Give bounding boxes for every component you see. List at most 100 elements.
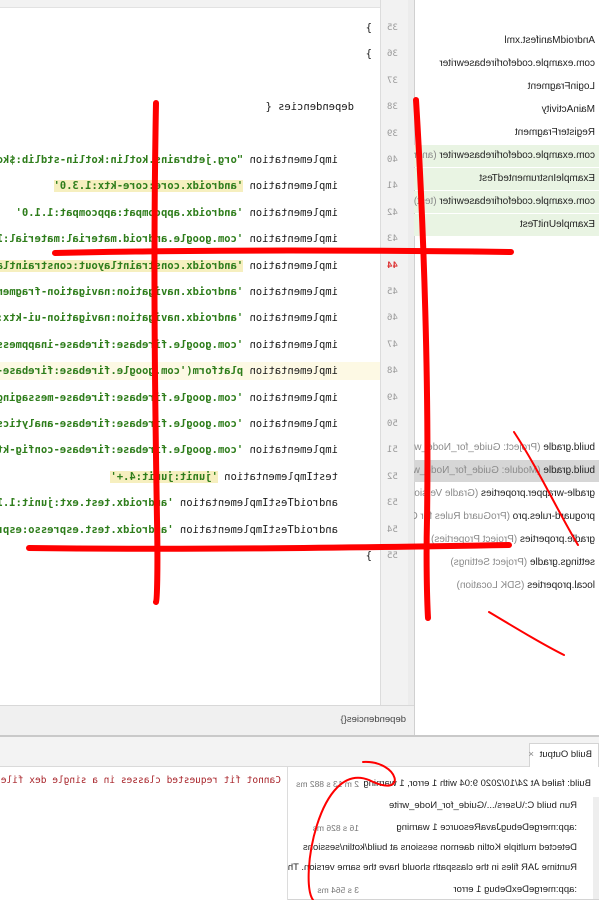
line-number[interactable]: 54 <box>387 521 398 539</box>
code-keyword: implementation <box>243 207 338 219</box>
breadcrumb-item[interactable]: dependencies{} <box>340 714 406 725</box>
tab-build-output[interactable]: Build Output × <box>528 743 599 767</box>
tree-item[interactable]: build.gradle (Project: Guide_for_Node_wr… <box>414 437 599 459</box>
line-number[interactable]: 41 <box>387 177 398 195</box>
build-tab-bar: Build Output × <box>0 737 599 767</box>
code-keyword: implementation <box>243 312 338 324</box>
build-tree: Build: failed At 24/10/2020 9:04 with 1 … <box>287 767 599 900</box>
tree-item[interactable]: RegisterFragment <box>414 122 599 144</box>
build-step-duration: 16 s 826 ms <box>312 823 359 833</box>
line-number[interactable]: 40 <box>387 151 398 169</box>
project-tree-panel: AndroidManifest.xml com.example.codeforfi… <box>414 0 599 735</box>
code-keyword: implementation <box>243 154 338 166</box>
tree-item[interactable]: gradle.properties (Project Properties) <box>414 529 599 551</box>
tree-item[interactable]: proguard-rules.pro (ProGuard Rules for G… <box>414 506 599 528</box>
tree-item-label: build.gradle <box>543 442 595 453</box>
code-line[interactable]: implementation 'com.google.firebase:fire… <box>0 389 374 407</box>
line-number[interactable]: 50 <box>387 415 398 433</box>
tree-item-label: MainActivity <box>541 104 595 115</box>
code-line[interactable] <box>372 125 374 143</box>
build-console-output[interactable]: Cannot fit requested classes in a single… <box>0 767 287 900</box>
code-line[interactable]: implementation 'androidx.appcompat:appco… <box>16 204 374 222</box>
line-number[interactable]: 36 <box>387 45 398 63</box>
line-number[interactable]: 38 <box>387 98 398 116</box>
code-line[interactable]: } <box>366 45 374 63</box>
code-string: 'androidx.test.espresso:espresso-core:3.… <box>0 524 174 536</box>
tree-item[interactable]: AndroidManifest.xml <box>414 30 599 52</box>
code-editor[interactable]: }} dependencies { implementation "org.jetb… <box>0 0 380 705</box>
tree-item[interactable]: com.example.codeforfirebasewriter (andro… <box>414 145 599 167</box>
tree-item-label: AndroidManifest.xml <box>504 35 595 46</box>
line-number[interactable]: 49 <box>387 389 398 407</box>
line-number[interactable]: 55 <box>387 547 398 565</box>
code-line[interactable]: implementation 'androidx.navigation:navi… <box>0 283 374 301</box>
build-tree-item-label: Run build C:\Users\...\Guide_for_Node_wr… <box>389 800 577 811</box>
line-number[interactable]: 39 <box>387 125 398 143</box>
line-number[interactable]: 46 <box>387 309 398 327</box>
build-tree-item-label: Build: failed At 24/10/2020 9:04 with 1 … <box>363 778 591 789</box>
build-tree-item[interactable]: :app:mergeDexDebug 1 error 3 s 564 ms <box>287 879 599 900</box>
code-line[interactable] <box>372 72 374 90</box>
code-line[interactable]: implementation 'com.google.android.mater… <box>0 230 374 248</box>
tree-item[interactable]: ExampleUnitTest <box>414 214 599 236</box>
tree-item-label: ExampleInstrumentedTest <box>479 173 595 184</box>
editor-gutter: 35 36 37 38 39 40 41 42 43 44 45 46 47 48 49 50 51 52 53 54… <box>380 0 414 705</box>
line-number[interactable]: 45 <box>387 283 398 301</box>
code-string: 'com.google.android.material:material:1.… <box>0 233 244 245</box>
build-tree-item[interactable]: Detected multiple Kotlin daemon sessions… <box>287 837 599 859</box>
tree-item[interactable]: LoginFragment <box>414 76 599 98</box>
code-line[interactable]: } <box>366 547 374 565</box>
code-keyword: implementation <box>243 365 338 377</box>
line-number[interactable]: 48 <box>387 362 398 380</box>
code-line[interactable]: testImplementation 'junit:junit:4.+' <box>110 468 374 486</box>
code-line[interactable]: implementation "org.jetbrains.kotlin:kot… <box>0 151 374 169</box>
code-keyword: implementation <box>243 286 338 298</box>
code-line[interactable]: } <box>366 19 374 37</box>
code-string: "org.jetbrains.kotlin:kotlin-stdlib:$kot… <box>0 154 244 166</box>
code-line[interactable]: implementation 'com.google.firebase:fire… <box>0 336 374 354</box>
tree-item[interactable]: MainActivity <box>414 99 599 121</box>
line-number[interactable]: 53 <box>387 494 398 512</box>
build-tree-item[interactable]: Build: failed At 24/10/2020 9:04 with 1 … <box>287 773 599 795</box>
build-tree-item-label: :app:mergeDebugJavaResource 1 warning <box>396 822 577 833</box>
tree-item-hint: (Project: Guide_for_Node_write) <box>414 442 541 453</box>
code-line[interactable]: implementation 'com.google.firebase:fire… <box>0 441 374 459</box>
line-number[interactable]: 37 <box>387 72 398 90</box>
tree-item[interactable]: settings.gradle (Project Settings) <box>414 552 599 574</box>
tab-label: Build Output <box>539 749 592 760</box>
build-tree-item[interactable]: Run build C:\Users\...\Guide_for_Node_wr… <box>287 795 599 817</box>
code-line[interactable]: implementation platform('com.google.fire… <box>0 362 380 380</box>
line-number[interactable]: 42 <box>387 204 398 222</box>
build-tree-item[interactable]: Runtime JAR files in the classpath shoul… <box>287 857 599 879</box>
tree-item[interactable]: local.properties (SDK Location) <box>414 575 599 597</box>
code-line[interactable]: implementation 'androidx.core:core-ktx:1… <box>53 177 374 195</box>
tree-item-label: LoginFragment <box>527 81 595 92</box>
code-line[interactable]: androidTestImplementation 'androidx.test… <box>0 494 374 512</box>
tree-item[interactable]: ExampleInstrumentedTest <box>414 168 599 190</box>
close-icon[interactable]: × <box>528 749 534 760</box>
tree-item[interactable]: com.example.codeforfirebasewriter <box>414 53 599 75</box>
line-number[interactable]: 51 <box>387 441 398 459</box>
line-number[interactable]: 52 <box>387 468 398 486</box>
tree-item-hint: (Gradle Version) <box>414 488 479 499</box>
tree-item-hint: (Project Properties) <box>431 534 518 545</box>
code-string: 'androidx.constraintlayout:constraintlay… <box>0 260 244 272</box>
tree-item[interactable]: com.example.codeforfirebasewriter (test) <box>414 191 599 213</box>
build-tree-item[interactable]: :app:mergeDebugJavaResource 1 warning 16 … <box>287 817 599 839</box>
tree-item[interactable]: gradle-wrapper.properties (Gradle Versio… <box>414 483 599 505</box>
line-number[interactable]: 47 <box>387 336 398 354</box>
tree-item-hint: (SDK Location) <box>456 580 525 591</box>
code-line[interactable]: implementation 'androidx.constraintlayou… <box>0 257 374 275</box>
error-marker[interactable]: 44 <box>387 257 398 275</box>
code-string: 'com.google.firebase:firebase-messaging-… <box>0 392 244 404</box>
code-line[interactable]: implementation 'androidx.navigation:navi… <box>0 309 374 327</box>
code-keyword: androidTestImplementation <box>173 497 338 509</box>
tree-item-label: proguard-rules.pro <box>512 511 595 522</box>
code-string: 'com.google.firebase:firebase-config-ktx… <box>0 444 244 456</box>
tree-item[interactable]: build.gradle (Module: Guide_for_Node_wri… <box>414 460 599 482</box>
line-number[interactable]: 35 <box>387 19 398 37</box>
code-line[interactable]: implementation 'com.google.firebase:fire… <box>0 415 374 433</box>
code-line[interactable]: androidTestImplementation 'androidx.test… <box>0 521 374 539</box>
line-number[interactable]: 43 <box>387 230 398 248</box>
code-line[interactable]: dependencies { <box>265 98 374 116</box>
